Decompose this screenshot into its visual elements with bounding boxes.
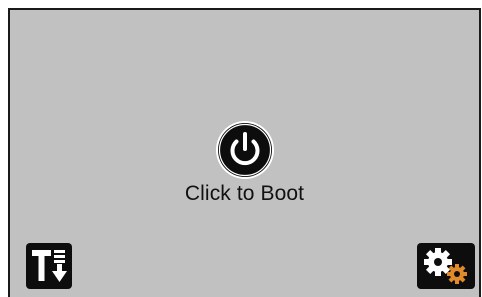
text-download-button[interactable]	[26, 243, 72, 289]
emulator-screen[interactable]: Click to Boot	[8, 8, 481, 297]
settings-gears-icon	[424, 248, 467, 284]
text-download-icon	[32, 250, 67, 282]
boot-control[interactable]: Click to Boot	[10, 120, 479, 206]
power-icon[interactable]	[215, 120, 275, 180]
settings-button[interactable]	[417, 243, 475, 289]
boot-label[interactable]: Click to Boot	[185, 182, 304, 206]
